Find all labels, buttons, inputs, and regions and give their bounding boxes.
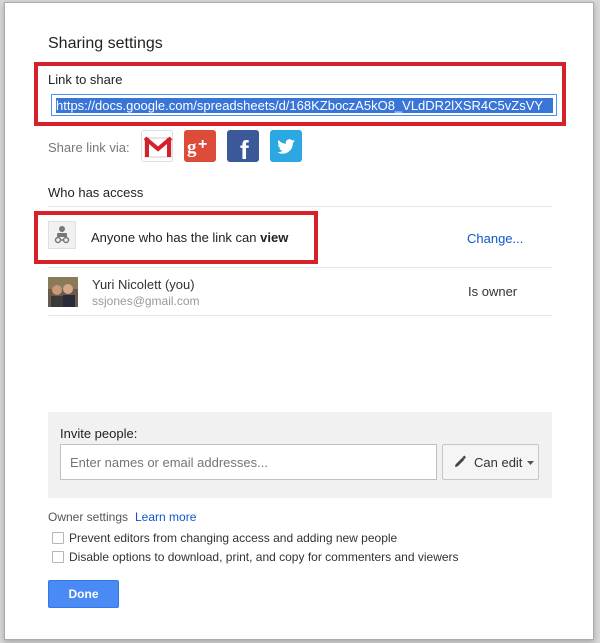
prevent-editors-label: Prevent editors from changing access and…	[69, 531, 398, 545]
link-access-text: Anyone who has the link can view	[91, 230, 288, 245]
svg-text:+: +	[198, 136, 207, 153]
sharing-settings-dialog: Sharing settings Link to share https://d…	[4, 2, 594, 640]
google-plus-icon[interactable]: g +	[184, 130, 216, 162]
link-to-share-label: Link to share	[48, 72, 123, 87]
owner-name: Yuri Nicolett (you)	[92, 277, 195, 292]
disable-download-label: Disable options to download, print, and …	[69, 550, 459, 564]
divider	[48, 267, 552, 268]
gmail-icon[interactable]	[141, 130, 173, 162]
done-button[interactable]: Done	[48, 580, 119, 608]
change-access-link[interactable]: Change...	[467, 231, 523, 246]
share-link-url[interactable]: https://docs.google.com/spreadsheets/d/1…	[56, 98, 553, 113]
learn-more-link[interactable]: Learn more	[135, 510, 196, 524]
permission-dropdown-button[interactable]: Can edit	[442, 444, 539, 480]
pencil-icon	[455, 455, 467, 467]
prevent-editors-checkbox[interactable]	[52, 532, 64, 544]
owner-email: ssjones@gmail.com	[92, 294, 200, 308]
twitter-icon[interactable]	[270, 130, 302, 162]
svg-text:g: g	[187, 137, 197, 158]
who-has-access-label: Who has access	[48, 185, 144, 200]
share-link-via-label: Share link via:	[48, 140, 130, 155]
avatar	[48, 277, 78, 307]
permission-label: Can edit	[474, 455, 523, 470]
invite-people-label: Invite people:	[60, 426, 138, 441]
link-access-icon	[48, 221, 76, 249]
chevron-down-icon	[527, 461, 534, 465]
dialog-title: Sharing settings	[48, 35, 163, 52]
invite-people-input[interactable]	[60, 444, 437, 480]
owner-settings-label: Owner settings	[48, 510, 129, 524]
disable-download-checkbox[interactable]	[52, 551, 64, 563]
owner-role: Is owner	[468, 284, 518, 299]
divider	[48, 315, 552, 316]
divider	[48, 206, 552, 207]
access-text-prefix: Anyone who has the link can	[91, 230, 257, 245]
access-level: view	[260, 230, 289, 245]
svg-text:f: f	[240, 135, 249, 162]
facebook-icon[interactable]: f	[227, 130, 259, 165]
share-link-field[interactable]: https://docs.google.com/spreadsheets/d/1…	[51, 94, 557, 116]
